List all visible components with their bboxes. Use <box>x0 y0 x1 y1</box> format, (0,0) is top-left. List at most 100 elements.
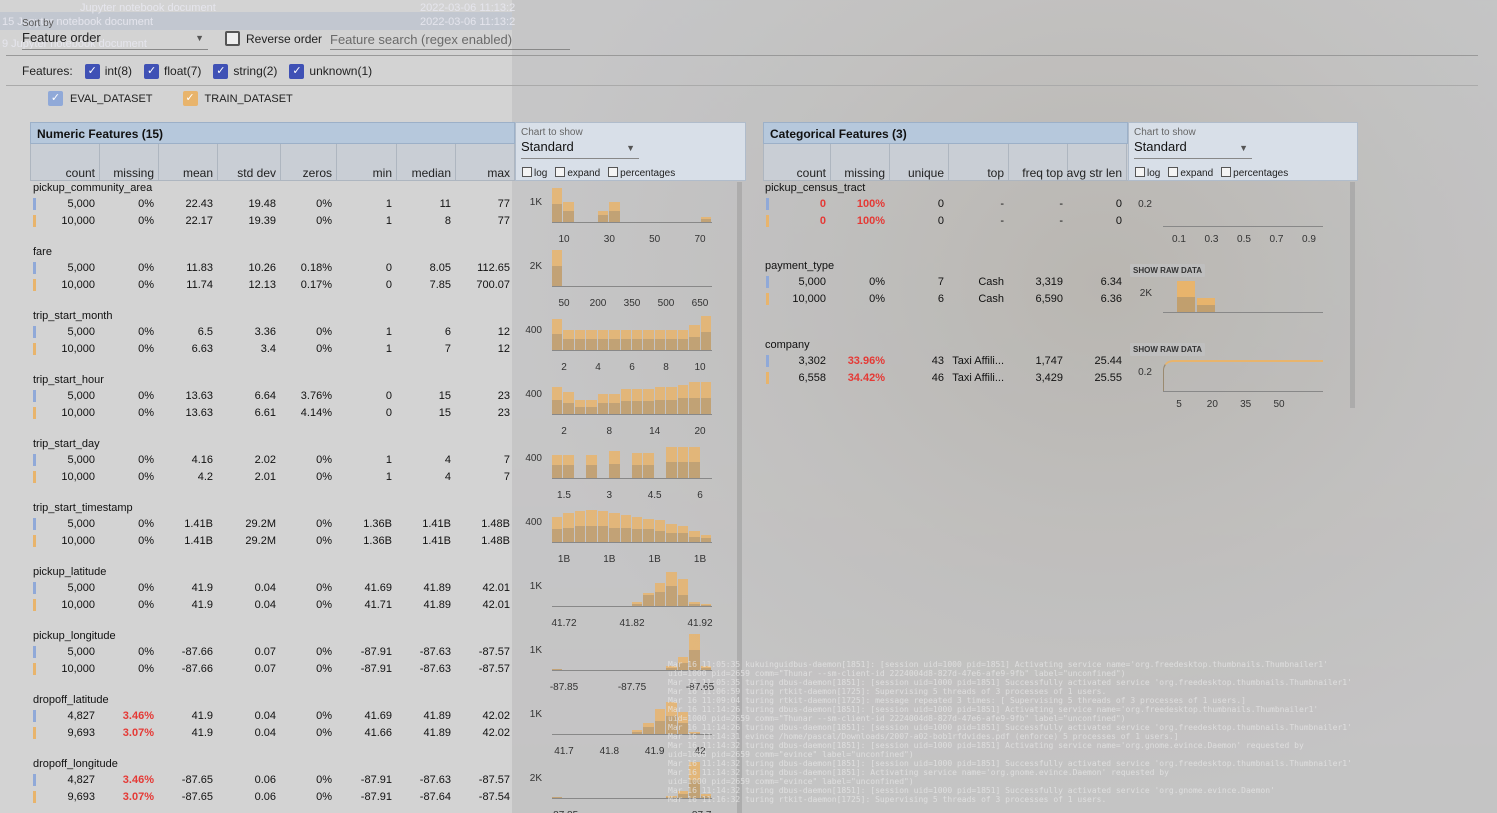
table-row: 10,000 0% 11.74 12.13 0.17% 0 7.85 700.07 <box>30 277 515 294</box>
column-header-freq-top[interactable]: freq top <box>1022 166 1063 180</box>
column-header-mean[interactable]: mean <box>183 166 213 180</box>
checkbox-icon[interactable] <box>1221 167 1232 177</box>
cell-count: 3,302 <box>798 355 826 367</box>
cell-missing: 0% <box>138 599 154 611</box>
column-header-count[interactable]: count <box>797 166 826 180</box>
cell-min: 1 <box>385 454 392 466</box>
chart-x-tick: 0.5 <box>1237 234 1251 245</box>
feature-name: pickup_longitude <box>33 630 116 642</box>
cell-count: 10,000 <box>61 215 95 227</box>
table-row: 10,000 0% 41.9 0.04 0% 41.71 41.89 42.01 <box>30 597 515 614</box>
cell-min: 1 <box>385 343 392 355</box>
feature-search-input[interactable] <box>330 30 570 50</box>
cell-mean: 1.41B <box>184 518 213 530</box>
cell-min: 1.36B <box>363 518 392 530</box>
cell-missing: 3.07% <box>122 727 154 739</box>
cell-min: 41.69 <box>364 710 392 722</box>
cell-max: -87.57 <box>478 774 510 786</box>
reverse-order-checkbox[interactable] <box>225 31 240 46</box>
histogram-y-label: 1K <box>529 197 542 208</box>
column-header-missing[interactable]: missing <box>113 166 154 180</box>
column-header-zeros[interactable]: zeros <box>303 166 332 180</box>
column-header-missing[interactable]: missing <box>844 166 885 180</box>
feature-type-int[interactable]: ✓ int(8) <box>84 63 132 79</box>
histogram-bar-eval <box>620 527 631 542</box>
dataset-marker <box>766 372 769 384</box>
column-header-count[interactable]: count <box>66 166 95 180</box>
terminal-line: Mar 16 11:14:31 evince /home/pascal/Down… <box>668 732 1179 741</box>
cell-max: 42.02 <box>482 727 510 739</box>
checkbox-icon[interactable] <box>555 167 566 177</box>
show-raw-data-button[interactable]: SHOW RAW DATA <box>1130 264 1206 277</box>
cell-top: Taxi Affili... <box>952 372 1004 384</box>
chart-type-select[interactable]: Standard ▼ <box>1134 139 1252 159</box>
histogram-x-tick: 2 <box>561 426 567 437</box>
checkbox-checked-icon[interactable]: ✓ <box>84 63 100 79</box>
feature-type-unknown[interactable]: ✓ unknown(1) <box>289 63 372 79</box>
checkbox-icon[interactable] <box>1168 167 1179 177</box>
cell-max: 23 <box>497 407 510 419</box>
histogram-bar-eval <box>632 401 643 414</box>
histogram-bar-eval <box>643 595 654 606</box>
histogram <box>552 250 712 286</box>
eval-dataset-checkbox[interactable]: ✓ <box>48 91 63 106</box>
cell-mean: 41.9 <box>191 582 213 594</box>
cell-unique: 0 <box>937 215 944 227</box>
cell-std-dev: 0.04 <box>254 599 276 611</box>
expand-option[interactable]: expand <box>555 167 600 179</box>
column-header-max[interactable]: max <box>487 166 510 180</box>
cell-mean: 11.74 <box>186 279 213 291</box>
checkbox-checked-icon[interactable]: ✓ <box>213 63 229 79</box>
checkbox-icon[interactable] <box>522 167 532 177</box>
percentages-option[interactable]: percentages <box>1221 167 1288 179</box>
column-header-top[interactable]: top <box>987 166 1004 180</box>
cell-min: 1 <box>385 471 392 483</box>
column-header-unique[interactable]: unique <box>908 166 944 180</box>
log-option[interactable]: log <box>522 167 547 179</box>
cell-count: 9,693 <box>67 727 95 739</box>
histogram-x-tick: 1B <box>693 554 707 565</box>
chart-type-select[interactable]: Standard ▼ <box>521 139 639 159</box>
checkbox-icon[interactable] <box>1135 167 1145 177</box>
feature-type-float[interactable]: ✓ float(7) <box>144 63 201 79</box>
terminal-line: Mar 16 11:14:32 turing dbus-daemon[1851]… <box>668 741 1304 750</box>
categorical-panel-title: Categorical Features (3) <box>763 122 1128 144</box>
show-raw-data-button[interactable]: SHOW RAW DATA <box>1130 343 1206 356</box>
cell-count: 5,000 <box>67 198 95 210</box>
categorical-scrollbar[interactable] <box>1350 182 1355 408</box>
checkbox-checked-icon[interactable]: ✓ <box>289 63 305 79</box>
cell-median: 7.85 <box>429 279 451 291</box>
column-header-std-dev[interactable]: std dev <box>237 166 276 180</box>
sort-by-select[interactable]: Feature order ▼ <box>22 30 208 50</box>
train-dataset-checkbox[interactable]: ✓ <box>182 91 198 106</box>
histogram-x-axis <box>552 478 712 479</box>
cell-zeros: 0% <box>316 343 332 355</box>
log-option[interactable]: log <box>1135 167 1160 179</box>
cell-mean: 4.2 <box>197 471 213 483</box>
cell-mean: 6.5 <box>197 326 213 338</box>
expand-option[interactable]: expand <box>1168 167 1213 179</box>
cell-max: -87.54 <box>478 791 510 803</box>
feature-name: payment_type <box>765 260 835 272</box>
cell-avg-str-len: 25.55 <box>1094 372 1122 384</box>
percentages-option[interactable]: percentages <box>608 167 675 179</box>
column-header-min[interactable]: min <box>373 166 392 180</box>
feature-type-string[interactable]: ✓ string(2) <box>213 63 277 79</box>
checkbox-icon[interactable] <box>608 167 619 177</box>
cell-count: 9,693 <box>67 791 95 803</box>
cell-missing: 0% <box>138 390 154 402</box>
histogram-x-tick: 1.5 <box>557 490 571 501</box>
table-row: 6,558 34.42% 46 Taxi Affili... 3,429 25.55 <box>763 370 1128 387</box>
histogram-x-tick: 70 <box>694 234 706 245</box>
histogram-x-tick: 500 <box>657 298 675 309</box>
histogram-x-tick: 2 <box>561 362 567 373</box>
chart-x-tick: 0.9 <box>1302 234 1316 245</box>
histogram-x-tick: 41.9 <box>644 746 665 757</box>
column-header-avg-str-len[interactable]: avg str len <box>1067 166 1122 180</box>
histogram-bar-eval <box>597 403 609 414</box>
histogram-bar-eval <box>586 525 597 542</box>
cell-avg-str-len: 6.36 <box>1100 293 1122 305</box>
column-header-median[interactable]: median <box>412 166 451 180</box>
table-row: 9,693 3.07% 41.9 0.04 0% 41.66 41.89 42.02 <box>30 725 515 742</box>
checkbox-checked-icon[interactable]: ✓ <box>144 63 160 79</box>
